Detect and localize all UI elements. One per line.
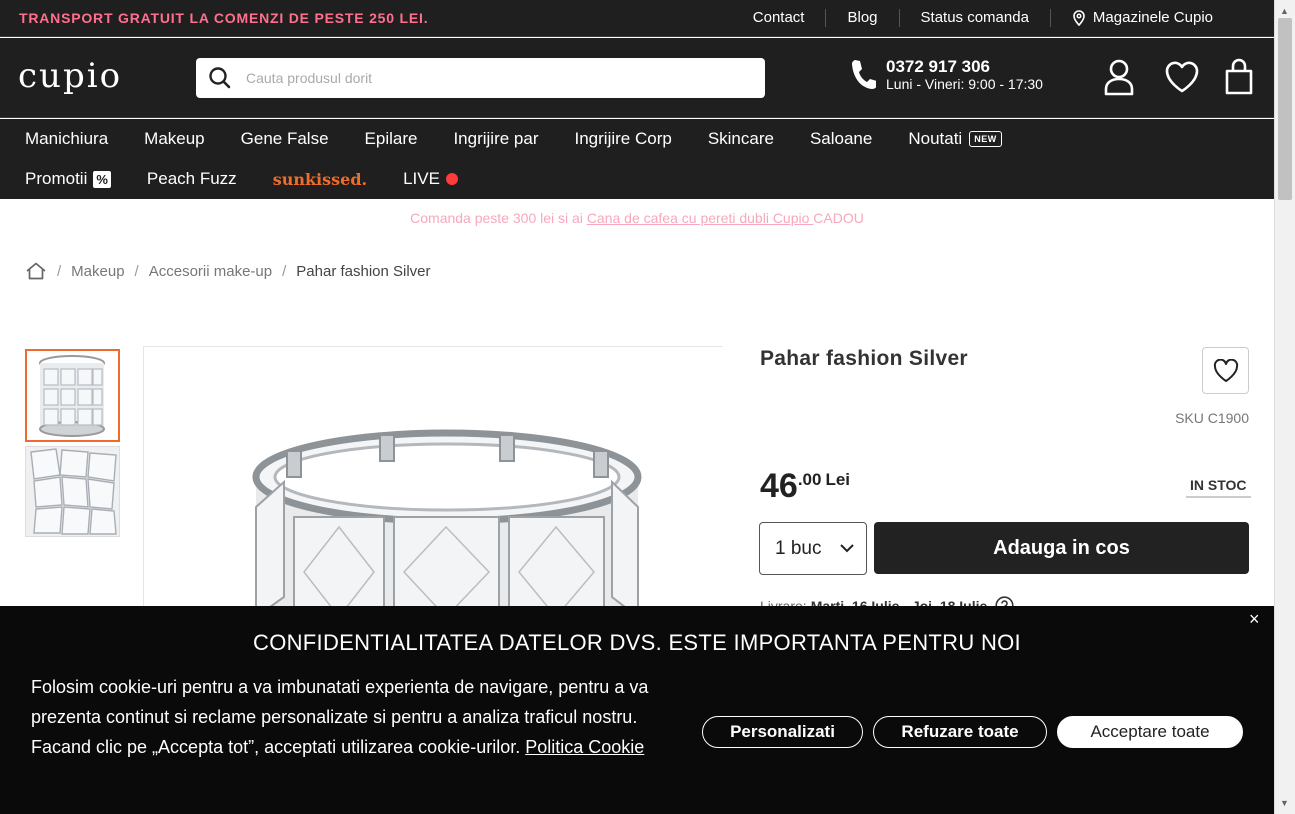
nav-item-skincare[interactable]: Skincare: [708, 129, 774, 149]
gift-promo-banner: Comanda peste 300 lei si ai Cana de cafe…: [0, 210, 1274, 226]
nav-item-live[interactable]: LIVE: [403, 169, 458, 189]
heart-icon: [1213, 358, 1238, 382]
breadcrumb: / Makeup / Accesorii make-up / Pahar fas…: [25, 262, 431, 280]
search-box[interactable]: [196, 58, 765, 98]
accept-all-cookies-button[interactable]: Acceptare toate: [1057, 716, 1243, 748]
nav-item-gene-false[interactable]: Gene False: [241, 129, 329, 149]
account-icon[interactable]: [1103, 58, 1135, 96]
add-to-wishlist-button[interactable]: [1202, 347, 1249, 394]
stores-link-label: Magazinele Cupio: [1092, 9, 1213, 26]
crystal-cup-thumbnail-image: [27, 351, 118, 440]
scrollbar-thumb[interactable]: [1278, 18, 1292, 200]
nav-item-live-label: LIVE: [403, 169, 440, 188]
cookie-description: Folosim cookie-uri pentru a va imbunatat…: [31, 672, 681, 762]
breadcrumb-current: Pahar fashion Silver: [296, 262, 431, 280]
breadcrumb-separator: /: [134, 262, 139, 280]
close-icon[interactable]: ×: [1249, 609, 1260, 630]
nav-item-ingrijire-par[interactable]: Ingrijire par: [453, 129, 538, 149]
breadcrumb-accesorii[interactable]: Accesorii make-up: [149, 263, 272, 280]
search-icon[interactable]: [208, 66, 232, 90]
product-sku: SKU C1900: [1175, 410, 1249, 426]
top-bar: TRANSPORT GRATUIT LA COMENZI DE PESTE 25…: [0, 0, 1274, 37]
cookie-consent-banner: × CONFIDENTIALITATEA DATELOR DVS. ESTE I…: [0, 606, 1274, 814]
free-shipping-promo: TRANSPORT GRATUIT LA COMENZI DE PESTE 25…: [19, 10, 429, 26]
nav-item-sunkissed[interactable]: sunkissed.: [273, 170, 367, 189]
nav-item-makeup[interactable]: Makeup: [144, 129, 204, 149]
nav-item-noutati-label: Noutati: [908, 129, 963, 148]
scroll-down-arrow-icon[interactable]: ▼: [1280, 798, 1289, 808]
reject-all-cookies-button[interactable]: Refuzare toate: [873, 716, 1047, 748]
new-badge: NEW: [969, 131, 1002, 147]
add-to-cart-button[interactable]: Adauga in cos: [874, 522, 1249, 574]
nav-item-epilare[interactable]: Epilare: [365, 129, 418, 149]
nav-item-noutati[interactable]: Noutati NEW: [908, 129, 1002, 149]
product-thumbnail-1[interactable]: [25, 349, 120, 442]
price-decimals: .00: [797, 470, 822, 489]
cart-icon[interactable]: [1224, 58, 1254, 96]
stock-status: IN STOC: [1186, 477, 1251, 498]
search-input[interactable]: [246, 70, 726, 86]
product-title: Pahar fashion Silver: [760, 347, 968, 370]
price-integer: 46: [760, 467, 798, 505]
header: cupio 0372 917 306 Luni - Vineri: 9:00 -…: [0, 38, 1274, 118]
price-currency: Lei: [825, 470, 851, 489]
percent-badge: %: [93, 170, 111, 188]
product-main-image[interactable]: [143, 346, 723, 626]
phone-hours: Luni - Vineri: 9:00 - 17:30: [886, 76, 1043, 92]
crystal-closeup-thumbnail-image: [26, 447, 119, 536]
nav-item-saloane[interactable]: Saloane: [810, 129, 872, 149]
contact-link[interactable]: Contact: [732, 9, 826, 27]
nav-item-promotii-label: Promotii: [25, 169, 88, 188]
crystal-cup-main-image: [144, 347, 723, 626]
location-pin-icon: [1073, 10, 1085, 26]
breadcrumb-makeup[interactable]: Makeup: [71, 263, 124, 280]
stores-link[interactable]: Magazinele Cupio: [1049, 9, 1234, 27]
order-status-link[interactable]: Status comanda: [898, 9, 1050, 27]
nav-item-ingrijire-corp[interactable]: Ingrijire Corp: [575, 129, 672, 149]
phone-contact[interactable]: 0372 917 306 Luni - Vineri: 9:00 - 17:30: [850, 58, 1043, 92]
phone-icon: [852, 60, 876, 89]
quantity-select[interactable]: 1 buc: [759, 522, 867, 575]
nav-item-manichiura[interactable]: Manichiura: [25, 129, 108, 149]
chevron-down-icon: [840, 544, 854, 553]
customize-cookies-button[interactable]: Personalizati: [702, 716, 863, 748]
blog-link[interactable]: Blog: [825, 9, 898, 27]
cookie-policy-link[interactable]: Politica Cookie: [525, 737, 644, 757]
cookie-title: CONFIDENTIALITATEA DATELOR DVS. ESTE IMP…: [253, 630, 1021, 655]
page: TRANSPORT GRATUIT LA COMENZI DE PESTE 25…: [0, 0, 1295, 814]
gift-promo-link[interactable]: Cana de cafea cu pereti dubli Cupio: [587, 210, 813, 226]
page-scrollbar[interactable]: ▲ ▼: [1274, 0, 1295, 814]
wishlist-icon[interactable]: [1164, 60, 1200, 94]
nav-item-peach-fuzz[interactable]: Peach Fuzz: [147, 169, 237, 189]
quantity-value: 1 buc: [775, 537, 822, 559]
nav-row-secondary: Promotii % Peach Fuzz sunkissed. LIVE: [25, 169, 494, 189]
scroll-up-arrow-icon[interactable]: ▲: [1280, 6, 1289, 16]
cupio-logo[interactable]: cupio: [18, 56, 122, 96]
breadcrumb-separator: /: [282, 262, 287, 280]
product-thumbnail-2[interactable]: [25, 446, 120, 537]
product-price: 46 .00 Lei: [760, 466, 850, 506]
nav-item-promotii[interactable]: Promotii %: [25, 169, 111, 189]
gift-promo-text: Comanda peste 300 lei si ai: [410, 210, 587, 226]
live-indicator-dot: [445, 173, 458, 185]
home-icon[interactable]: [25, 262, 47, 280]
top-links: Contact Blog Status comanda Magazinele C…: [732, 9, 1234, 27]
main-nav: Manichiura Makeup Gene False Epilare Ing…: [0, 119, 1274, 199]
breadcrumb-separator: /: [57, 262, 62, 280]
nav-row-primary: Manichiura Makeup Gene False Epilare Ing…: [25, 129, 1038, 149]
gift-promo-suffix: CADOU: [813, 210, 864, 226]
phone-number: 0372 917 306: [886, 57, 990, 76]
